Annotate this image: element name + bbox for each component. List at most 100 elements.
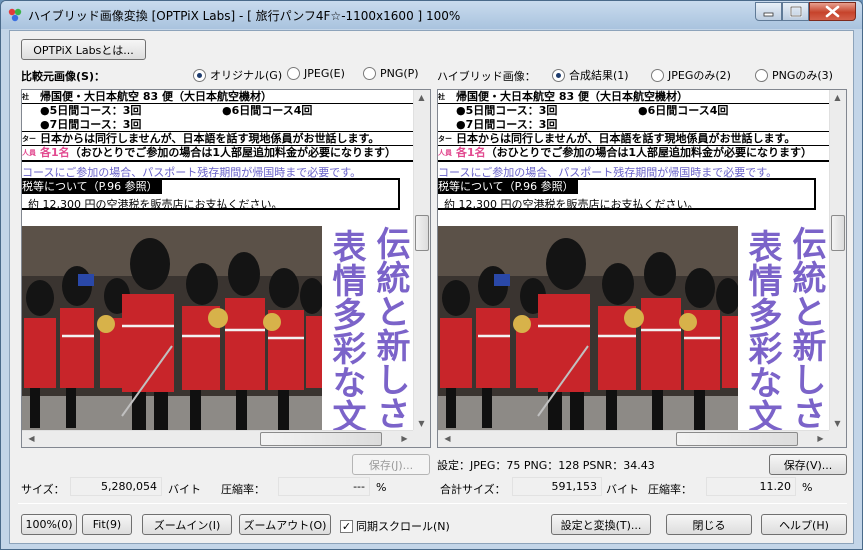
- radio-label: JPEG(E): [304, 67, 345, 80]
- radio-dot: [552, 68, 565, 82]
- tax-body: 約 12,300 円の空港税を販売店にお支払ください。: [444, 198, 699, 211]
- sync-scroll-checkbox[interactable]: ✓ 同期スクロール(N): [340, 518, 450, 534]
- horizontal-scrollbar[interactable]: ◀ ▶: [22, 430, 414, 447]
- source-image-viewer[interactable]: 社 帰国便・大日本航空 83 便（大日本航空機材） ●5日間コース：3回 ●6日…: [21, 89, 431, 448]
- row-text: 日本からは同行しませんが、日本語を話す現地係員がお世話します。: [456, 132, 796, 145]
- row-text: ●6日間コース4回: [638, 104, 729, 117]
- vertical-scroll-thumb[interactable]: [831, 215, 845, 251]
- scroll-down-icon[interactable]: ▼: [830, 419, 845, 428]
- radio-dot: [651, 68, 664, 82]
- separator: [18, 503, 847, 504]
- source-size-unit: バイト: [168, 483, 201, 496]
- radio-label: 合成結果(1): [569, 69, 629, 82]
- close-dialog-button[interactable]: 閉じる: [666, 514, 752, 535]
- source-size-value: 5,280,054: [70, 477, 162, 496]
- source-size-label: サイズ：: [21, 483, 65, 496]
- radio-original[interactable]: オリジナル(G): [193, 67, 282, 83]
- row-text: ●7日間コース：3回: [456, 118, 558, 131]
- scroll-right-icon[interactable]: ▶: [813, 434, 828, 443]
- radio-composite[interactable]: 合成結果(1): [552, 67, 629, 83]
- radio-label: オリジナル(G): [210, 69, 283, 82]
- headline-column-2: 表情多彩な文: [326, 229, 366, 431]
- sync-scroll-label: 同期スクロール(N): [356, 520, 450, 533]
- horizontal-scrollbar[interactable]: ◀ ▶: [438, 430, 830, 447]
- zoom-100-button[interactable]: 100%(0): [21, 514, 77, 535]
- row-tag: 人員: [438, 149, 452, 157]
- source-ratio-unit: %: [376, 481, 387, 494]
- row-tag: ター: [22, 135, 36, 143]
- row-text: 日本からは同行しませんが、日本語を話す現地係員がお世話します。: [40, 132, 380, 145]
- horizontal-scroll-thumb[interactable]: [676, 432, 798, 446]
- course-row-2: ●7日間コース：3回: [22, 118, 414, 132]
- flight-row: 社 帰国便・大日本航空 83 便（大日本航空機材）: [438, 90, 830, 104]
- source-ratio-value: ---: [278, 477, 370, 496]
- save-source-button[interactable]: 保存(J)...: [352, 454, 430, 475]
- source-image-canvas[interactable]: 社 帰国便・大日本航空 83 便（大日本航空機材） ●5日間コース：3回 ●6日…: [22, 90, 414, 431]
- scroll-up-icon[interactable]: ▲: [414, 93, 429, 102]
- vertical-scrollbar[interactable]: ▲ ▼: [829, 90, 846, 431]
- radio-png[interactable]: PNG(P): [363, 67, 419, 80]
- client-area: OPTPiX Labsとは... 比較元画像(S)： オリジナル(G) JPEG…: [9, 30, 854, 544]
- maximize-button[interactable]: [782, 2, 809, 21]
- check-icon: ✓: [340, 519, 353, 533]
- vertical-scroll-thumb[interactable]: [415, 215, 429, 251]
- hybrid-image-viewer[interactable]: 社 帰国便・大日本航空 83 便（大日本航空機材） ●5日間コース：3回 ●6日…: [437, 89, 847, 448]
- save-hybrid-button[interactable]: 保存(V)...: [769, 454, 847, 475]
- source-image-label: 比較元画像(S)：: [21, 70, 105, 83]
- row-text: ●7日間コース：3回: [40, 118, 142, 131]
- vertical-scrollbar[interactable]: ▲ ▼: [413, 90, 430, 431]
- row-text: 帰国便・大日本航空 83 便（大日本航空機材）: [456, 90, 688, 103]
- maximize-icon: [789, 5, 803, 18]
- course-row-2: ●7日間コース：3回: [438, 118, 830, 132]
- hybrid-ratio-unit: %: [802, 481, 813, 494]
- headline-column-1: 伝統と新しさ: [370, 226, 410, 431]
- headline-text: 伝統と新しさ: [786, 226, 826, 430]
- guards-photo-art: [438, 226, 738, 431]
- brochure-text-area: 社 帰国便・大日本航空 83 便（大日本航空機材） ●5日間コース：3回 ●6日…: [22, 90, 414, 220]
- scroll-up-icon[interactable]: ▲: [830, 93, 845, 102]
- minimize-button[interactable]: [755, 2, 782, 21]
- horizontal-scroll-thumb[interactable]: [260, 432, 382, 446]
- scroll-left-icon[interactable]: ◀: [24, 434, 39, 443]
- radio-dot: [363, 67, 376, 80]
- row-tag: 人員: [22, 149, 36, 157]
- guards-photo: [22, 226, 322, 431]
- total-size-label: 合計サイズ：: [440, 483, 506, 496]
- scroll-right-icon[interactable]: ▶: [397, 434, 412, 443]
- member-row: 人員 各1名（おひとりでご参加の場合は1人部屋追加料金が必要になります）: [438, 146, 830, 162]
- row-tag: 社: [22, 93, 29, 101]
- scroll-left-icon[interactable]: ◀: [440, 434, 455, 443]
- scroll-corner: [413, 430, 430, 447]
- settings-convert-button[interactable]: 設定と変換(T)...: [551, 514, 651, 535]
- highlight-text: 各1名: [40, 146, 70, 159]
- tax-body: 約 12,300 円の空港税を販売店にお支払ください。: [28, 198, 283, 211]
- row-tag: ター: [438, 135, 452, 143]
- radio-dot: [287, 67, 300, 80]
- radio-jpeg[interactable]: JPEG(E): [287, 67, 345, 80]
- row-text: 帰国便・大日本航空 83 便（大日本航空機材）: [40, 90, 272, 103]
- tax-box: 税等について（P.96 参照） 約 12,300 円の空港税を販売店にお支払くだ…: [438, 178, 816, 211]
- row-tag: 社: [438, 93, 445, 101]
- hybrid-image-label: ハイブリッド画像：: [437, 70, 536, 83]
- fit-button[interactable]: Fit(9): [82, 514, 132, 535]
- row-text: ●5日間コース：3回: [456, 104, 558, 117]
- radio-png-only[interactable]: PNGのみ(3): [755, 67, 833, 83]
- zoom-in-button[interactable]: ズームイン(I): [142, 514, 232, 535]
- scroll-down-icon[interactable]: ▼: [414, 419, 429, 428]
- radio-label: PNG(P): [380, 67, 419, 80]
- close-button[interactable]: [809, 2, 856, 21]
- flight-row: 社 帰国便・大日本航空 83 便（大日本航空機材）: [22, 90, 414, 104]
- hybrid-image-canvas[interactable]: 社 帰国便・大日本航空 83 便（大日本航空機材） ●5日間コース：3回 ●6日…: [438, 90, 830, 431]
- row-text: ●6日間コース4回: [222, 104, 313, 117]
- help-button[interactable]: ヘルプ(H): [761, 514, 847, 535]
- about-optpix-button[interactable]: OPTPiX Labsとは...: [21, 39, 146, 60]
- window-title: ハイブリッド画像変換 [OPTPiX Labs] - [ 旅行パンフ4F☆-11…: [28, 9, 461, 23]
- zoom-out-button[interactable]: ズームアウト(O): [239, 514, 331, 535]
- title-bar[interactable]: ハイブリッド画像変換 [OPTPiX Labs] - [ 旅行パンフ4F☆-11…: [1, 1, 862, 29]
- radio-jpeg-only[interactable]: JPEGのみ(2): [651, 67, 731, 83]
- vertical-headline: 伝統と新しさ 表情多彩な文: [322, 226, 414, 431]
- headline-text: 伝統と新しさ: [370, 226, 410, 430]
- hybrid-ratio-value: 11.20: [706, 477, 796, 496]
- hybrid-ratio-label: 圧縮率：: [648, 483, 692, 496]
- source-ratio-label: 圧縮率：: [221, 483, 265, 496]
